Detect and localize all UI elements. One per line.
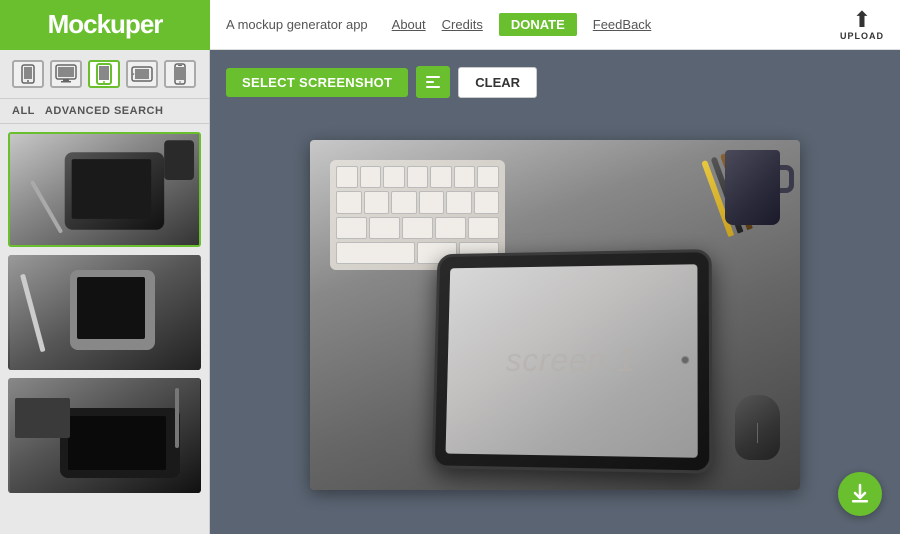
key [336, 191, 362, 213]
desktop-icon [55, 64, 77, 84]
search-bar: ALL ADVANCED SEARCH [0, 99, 209, 124]
donate-button[interactable]: DONATE [499, 13, 577, 36]
scene-background: screen 1 [310, 140, 800, 490]
toolbar: SELECT SCREENSHOT CLEAR [226, 66, 884, 98]
tablet-portrait-icon [96, 63, 112, 85]
thumb-inner-1 [10, 134, 199, 245]
thumb-inner-2 [8, 255, 201, 370]
screen-text: screen 1 [506, 341, 636, 378]
key [435, 217, 466, 239]
device-tab-tablet-landscape[interactable] [126, 60, 158, 88]
key [468, 217, 499, 239]
mug-visual [725, 150, 790, 240]
device-tabs [0, 50, 209, 99]
logo-block: Mockuper [0, 0, 210, 50]
pattern-button[interactable] [416, 66, 450, 98]
key [446, 191, 472, 213]
device-tab-mobile[interactable] [12, 60, 44, 88]
pattern-line-3 [426, 86, 440, 88]
key [402, 217, 433, 239]
mug-handle [780, 165, 794, 193]
select-screenshot-button[interactable]: SELECT SCREENSHOT [226, 68, 408, 97]
header: Mockuper A mockup generator app About Cr… [0, 0, 900, 50]
download-icon [849, 483, 871, 505]
content-area: SELECT SCREENSHOT CLEAR [210, 50, 900, 534]
nav-links: About Credits DONATE FeedBack [392, 13, 652, 36]
phone-portrait-icon [174, 63, 186, 85]
thumb-inner-3 [8, 378, 201, 493]
search-advanced[interactable]: ADVANCED SEARCH [45, 105, 164, 117]
key-spacebar [336, 242, 415, 264]
nav-feedback[interactable]: FeedBack [593, 17, 652, 32]
tablet-screen: screen 1 [446, 264, 698, 458]
key [477, 166, 499, 188]
nav-about[interactable]: About [392, 17, 426, 32]
thumbnail-list [0, 124, 209, 534]
key [336, 166, 358, 188]
thumbnail-item-1[interactable] [8, 132, 201, 247]
mug-body [725, 150, 780, 225]
key [383, 166, 405, 188]
thumbnail-item-2[interactable] [8, 255, 201, 370]
upload-icon: ⬆ [853, 9, 871, 31]
search-all[interactable]: ALL [12, 105, 35, 117]
pattern-line-1 [426, 76, 440, 78]
home-button-icon [681, 356, 689, 364]
upload-label: UPLOAD [840, 31, 884, 41]
sidebar: ALL ADVANCED SEARCH [0, 50, 210, 534]
tablet-landscape-icon [131, 66, 153, 82]
mouse-line [757, 423, 758, 443]
preview-container: screen 1 [226, 112, 884, 518]
tagline: A mockup generator app [226, 17, 368, 32]
download-button[interactable] [838, 472, 882, 516]
logo-text: Mockuper [48, 9, 163, 40]
key [454, 166, 476, 188]
device-tab-tablet-portrait[interactable] [88, 60, 120, 88]
thumbnail-item-3[interactable] [8, 378, 201, 493]
key [474, 191, 500, 213]
key [430, 166, 452, 188]
key [336, 217, 367, 239]
mouse-visual [735, 395, 780, 460]
key [407, 166, 429, 188]
key [391, 191, 417, 213]
key [364, 191, 390, 213]
pattern-line-2 [426, 81, 434, 83]
clear-button[interactable]: CLEAR [458, 67, 537, 98]
device-tab-desktop[interactable] [50, 60, 82, 88]
device-tab-phone[interactable] [164, 60, 196, 88]
upload-area[interactable]: ⬆ UPLOAD [840, 9, 884, 41]
nav-credits[interactable]: Credits [442, 17, 483, 32]
tablet-device: screen 1 [432, 249, 713, 474]
key [419, 191, 445, 213]
key [369, 217, 400, 239]
thumb-scene-3 [10, 378, 200, 493]
pattern-icon [426, 76, 440, 88]
thumb-scene-2 [10, 255, 200, 370]
main-layout: ALL ADVANCED SEARCH [0, 50, 900, 534]
mockup-image: screen 1 [310, 140, 800, 490]
thumb-scene-1 [10, 132, 199, 247]
key [360, 166, 382, 188]
mobile-icon [19, 64, 37, 84]
